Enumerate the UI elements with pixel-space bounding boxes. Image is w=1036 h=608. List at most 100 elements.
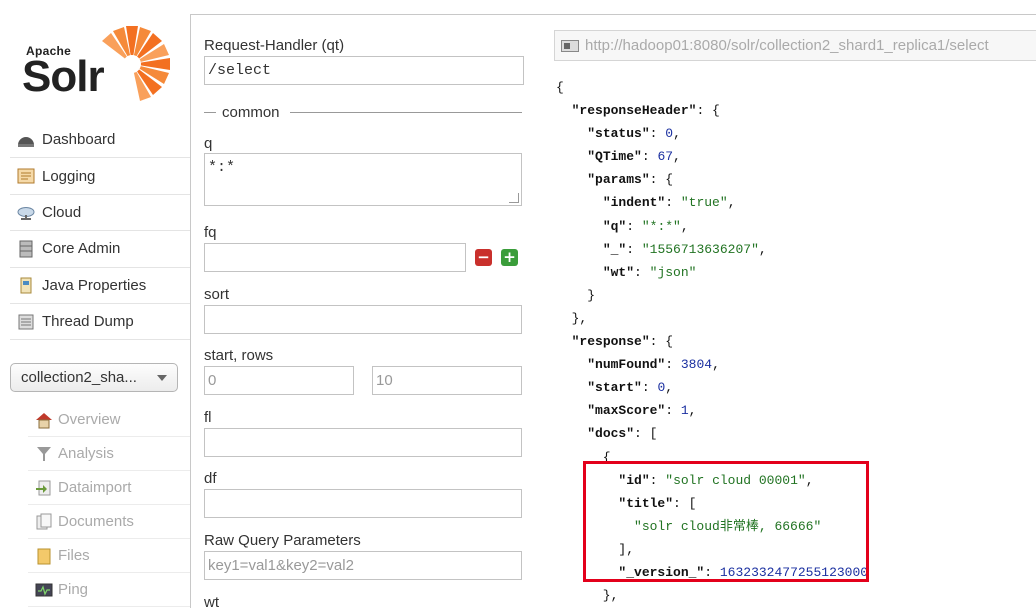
sidebar-item-label: Logging	[42, 167, 96, 185]
json-line: {	[556, 80, 564, 95]
folder-icon	[37, 548, 51, 564]
documents-icon	[36, 513, 52, 529]
core-item-analysis[interactable]: Analysis	[28, 437, 190, 471]
fq-input[interactable]	[204, 243, 466, 272]
sidebar-item-label: Core Admin	[42, 240, 121, 258]
json-line: },	[556, 588, 619, 604]
json-line: "params": {	[587, 172, 674, 188]
core-menu: Overview Analysis Dataimport Documents F…	[28, 403, 190, 607]
core-item-dataimport[interactable]: Dataimport	[28, 471, 190, 505]
q-textarea[interactable]: *:*	[204, 153, 522, 206]
common-section-label: common	[222, 104, 280, 121]
core-admin-icon	[19, 240, 33, 258]
core-selector-dropdown[interactable]: collection2_sha...	[10, 363, 178, 392]
json-indent: true	[688, 195, 720, 211]
df-input[interactable]	[204, 489, 522, 518]
core-item-label: Documents	[58, 513, 134, 530]
query-form: Request-Handler (qt) /select common q *:…	[191, 15, 537, 608]
json-line: "solr cloud非常棒, 66666"	[634, 518, 822, 534]
sidebar-item-logging[interactable]: Logging	[10, 158, 190, 195]
json-line: "wt": "json"	[602, 264, 697, 280]
json-line: },	[556, 310, 588, 326]
java-properties-icon	[20, 277, 32, 294]
json-line: {	[556, 449, 611, 465]
core-item-documents[interactable]: Documents	[28, 505, 190, 539]
fl-input[interactable]	[204, 428, 522, 457]
json-status: 0	[665, 126, 674, 142]
rows-input[interactable]: 10	[372, 366, 522, 395]
json-line: "_": "1556713636207",	[602, 241, 767, 257]
solr-logo[interactable]: Apache Solr	[22, 24, 172, 104]
json-line: "response": {	[571, 334, 674, 350]
sidebar-item-dashboard[interactable]: Dashboard	[10, 122, 190, 159]
start-input[interactable]: 0	[204, 366, 354, 395]
core-item-ping[interactable]: Ping	[28, 573, 190, 607]
core-item-files[interactable]: Files	[28, 539, 190, 573]
funnel-icon	[37, 446, 51, 461]
json-line: "id": "solr cloud 00001",	[618, 472, 814, 488]
json-line: "status": 0,	[587, 126, 681, 142]
json-line: "indent": "true",	[602, 195, 736, 211]
start-rows-label: start, rows	[204, 347, 274, 364]
df-label: df	[204, 470, 217, 487]
sidebar-item-label: Thread Dump	[42, 313, 134, 331]
thread-dump-icon	[18, 314, 34, 330]
json-wt: json	[657, 264, 689, 280]
json-doc-version: 1632332477255123000	[719, 564, 869, 580]
core-item-overview[interactable]: Overview	[28, 403, 190, 437]
json-numfound: 3804	[680, 357, 713, 373]
section-rule	[290, 112, 522, 113]
json-line: "docs": [	[587, 426, 658, 442]
sidebar-item-label: Dashboard	[42, 131, 116, 149]
core-item-label: Dataimport	[58, 479, 132, 496]
json-line: "_version_": 1632332477255123000	[618, 564, 869, 580]
remove-fq-button[interactable]: −	[475, 249, 492, 266]
dashboard-icon	[18, 136, 34, 147]
json-q: *:*	[649, 218, 674, 234]
sidebar-item-cloud[interactable]: Cloud	[10, 195, 190, 232]
json-line: "QTime": 67,	[587, 149, 681, 165]
json-line: "title": [	[618, 495, 697, 511]
dataimport-icon	[36, 480, 51, 495]
raw-query-label: Raw Query Parameters	[204, 532, 361, 549]
json-line: ],	[556, 541, 635, 557]
json-line: "start": 0,	[587, 380, 674, 396]
json-line: }	[556, 287, 596, 303]
home-icon	[36, 412, 52, 428]
wt-label: wt	[204, 594, 219, 608]
fq-label: fq	[204, 224, 217, 241]
request-handler-input[interactable]: /select	[204, 56, 524, 85]
resize-handle-icon[interactable]	[509, 193, 519, 203]
sidebar-item-label: Java Properties	[42, 276, 147, 294]
sidebar-item-core-admin[interactable]: Core Admin	[10, 231, 190, 268]
fl-label: fl	[204, 409, 212, 426]
ping-icon	[35, 583, 53, 596]
plus-icon: +	[503, 248, 516, 266]
minus-icon: −	[477, 248, 490, 266]
json-underscore: 1556713636207	[649, 241, 752, 257]
main-menu: Dashboard Logging Cloud Core Admin Java …	[10, 122, 190, 341]
sidebar-item-java-properties[interactable]: Java Properties	[10, 268, 190, 304]
json-doc-title: solr cloud非常棒, 66666	[641, 518, 814, 534]
json-doc-id: solr cloud 00001	[673, 472, 798, 488]
sort-label: sort	[204, 286, 230, 303]
json-response: { "responseHeader": { "status": 0, "QTim…	[556, 76, 1036, 608]
json-line: "q": "*:*",	[602, 218, 689, 234]
add-fq-button[interactable]: +	[501, 249, 518, 266]
sort-input[interactable]	[204, 305, 522, 334]
q-value: *:*	[208, 159, 236, 176]
core-item-label: Files	[58, 547, 90, 564]
sidebar-item-label: Cloud	[42, 203, 82, 221]
core-item-label: Overview	[58, 411, 121, 428]
core-item-label: Analysis	[58, 445, 114, 462]
request-handler-label: Request-Handler (qt)	[204, 37, 345, 54]
request-url-link[interactable]: http://hadoop01:8080/solr/collection2_sh…	[554, 30, 1036, 61]
json-line: "maxScore": 1,	[587, 403, 697, 419]
request-url-text: http://hadoop01:8080/solr/collection2_sh…	[585, 37, 989, 54]
q-label: q	[204, 135, 213, 152]
sidebar-item-thread-dump[interactable]: Thread Dump	[10, 304, 190, 341]
common-section-header: common	[204, 104, 522, 122]
section-rule	[204, 112, 216, 113]
raw-query-input[interactable]: key1=val1&key2=val2	[204, 551, 522, 580]
json-start: 0	[657, 380, 666, 396]
